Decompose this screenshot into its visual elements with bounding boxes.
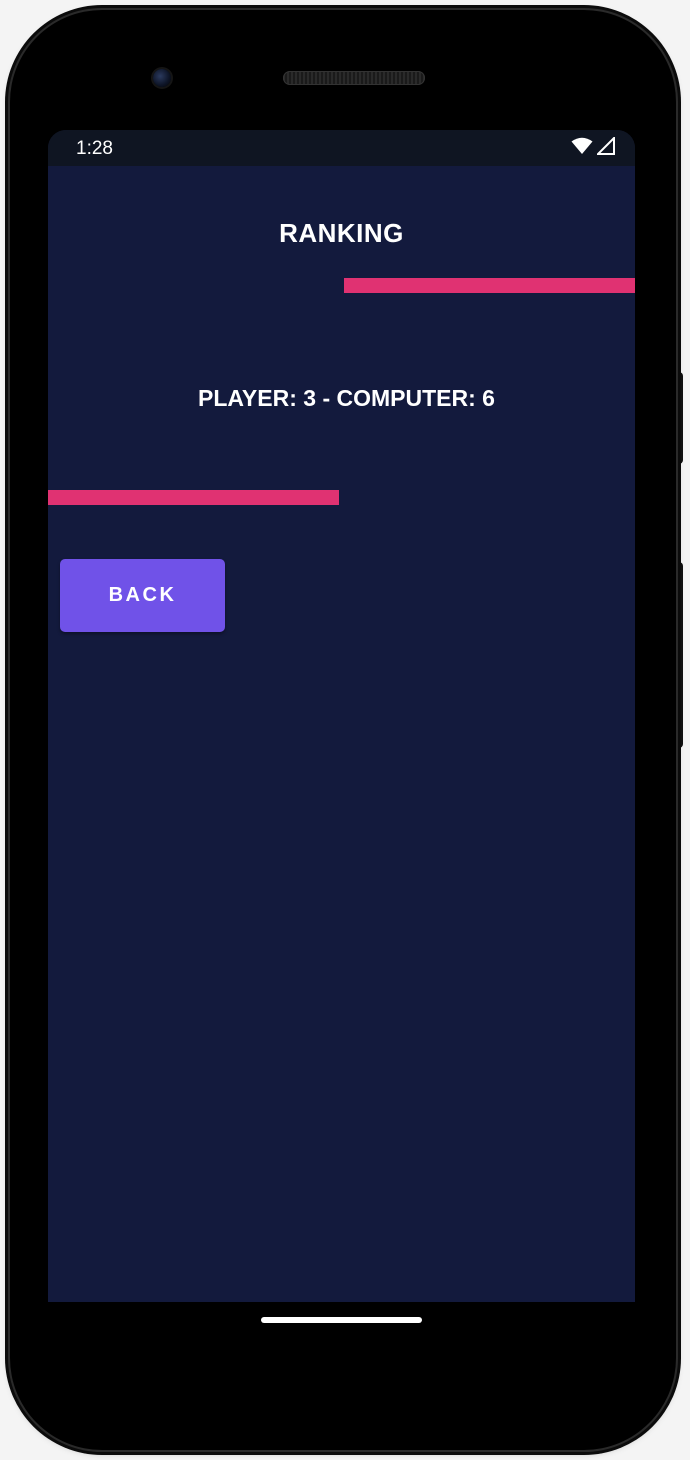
page-title: RANKING <box>279 218 404 248</box>
score-text: PLAYER: 3 - COMPUTER: 6 <box>198 385 495 411</box>
front-camera <box>153 69 171 87</box>
home-gesture-handle[interactable] <box>261 1317 422 1323</box>
accent-bar-top <box>344 278 635 293</box>
earpiece-speaker <box>283 71 425 85</box>
cell-signal-icon <box>595 135 615 160</box>
status-bar: 1:28 <box>48 130 635 166</box>
accent-bar-bottom <box>48 490 339 505</box>
status-icons <box>571 135 615 160</box>
phone-frame: 1:28 RANKING PLAYER: 3 - COMPUTER: 6 BAC… <box>10 10 676 1450</box>
app-screen: 1:28 RANKING PLAYER: 3 - COMPUTER: 6 BAC… <box>48 130 635 1302</box>
power-button[interactable] <box>676 372 683 464</box>
status-time: 1:28 <box>76 138 113 159</box>
wifi-icon <box>571 137 593 160</box>
back-button[interactable]: BACK <box>60 559 225 632</box>
volume-rocker[interactable] <box>676 562 683 748</box>
